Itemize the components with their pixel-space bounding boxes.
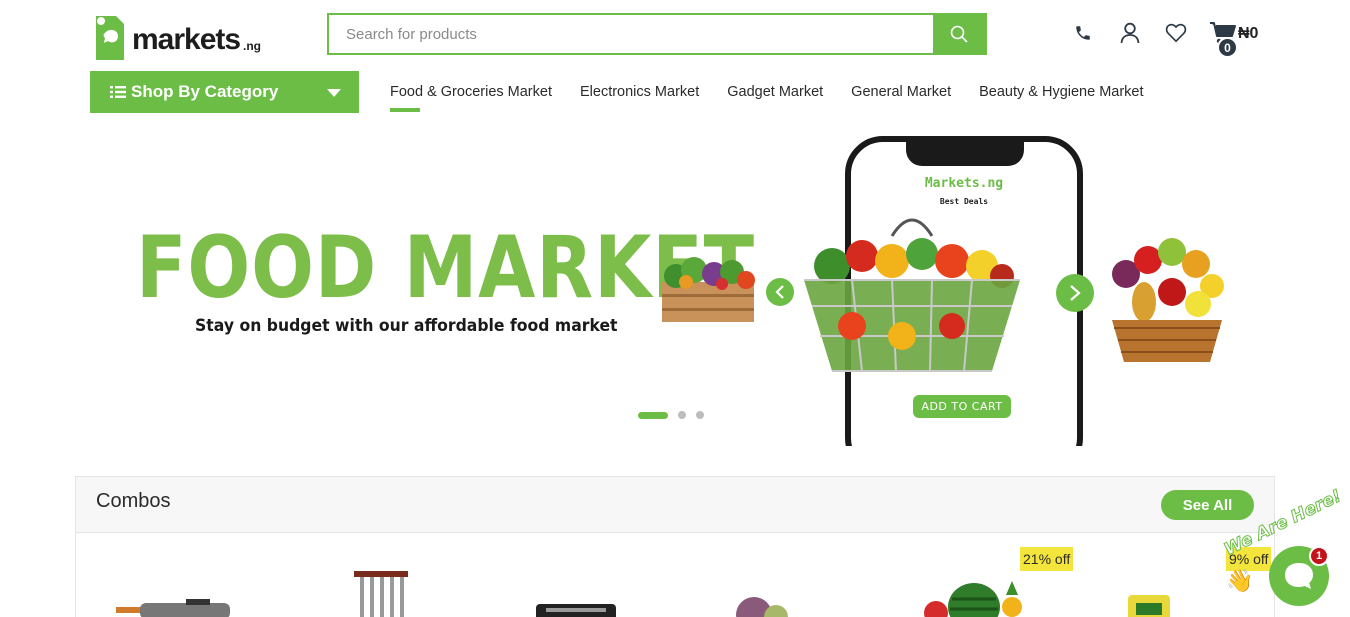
search-button[interactable] <box>933 15 985 53</box>
logo-text: markets <box>132 23 241 56</box>
combos-section: Combos See All 21% off 9% off <box>75 476 1275 617</box>
combos-header: Combos See All <box>76 477 1274 533</box>
combos-title: Combos <box>96 490 171 512</box>
user-icon <box>1120 22 1140 44</box>
logo-bag-icon <box>96 16 124 60</box>
product-image-cookware[interactable] <box>116 597 236 617</box>
phone-icon <box>1076 26 1090 40</box>
slide-indicators <box>638 411 704 419</box>
vegetable-crate-image <box>662 257 755 322</box>
nav-electronics[interactable]: Electronics Market <box>580 84 699 100</box>
grocery-basket-image <box>804 218 1020 372</box>
banner-subtitle: Stay on budget with our affordable food … <box>195 316 618 336</box>
see-all-button[interactable]: See All <box>1161 490 1254 520</box>
product-image-fruits[interactable] <box>922 577 1032 617</box>
slide-dot-3[interactable] <box>696 411 704 419</box>
wishlist-button[interactable] <box>1163 20 1189 46</box>
hero-banner[interactable]: FOOD MARKET Stay on budget with our affo… <box>76 126 1274 446</box>
phone-notch <box>906 140 1024 166</box>
nav-food-groceries[interactable]: Food & Groceries Market <box>390 84 552 112</box>
chat-icon <box>1285 563 1313 589</box>
product-image-rice-bag[interactable] <box>1126 589 1172 617</box>
cart-count-badge: 0 <box>1217 37 1238 58</box>
logo-suffix: .ng <box>243 39 261 53</box>
search-input[interactable] <box>329 15 933 53</box>
slide-dot-1[interactable] <box>638 411 668 419</box>
nav-general[interactable]: General Market <box>851 84 951 100</box>
market-nav: Food & Groceries Market Electronics Mark… <box>390 84 1144 112</box>
cart-total: ₦0 <box>1238 25 1259 42</box>
add-to-cart-button[interactable]: ADD TO CART <box>913 395 1011 418</box>
category-label: Shop By Category <box>131 82 279 101</box>
discount-badge: 21% off <box>1020 547 1074 571</box>
nav-beauty-hygiene[interactable]: Beauty & Hygiene Market <box>979 84 1143 100</box>
account-button[interactable] <box>1117 20 1143 46</box>
slide-dot-2[interactable] <box>678 411 686 419</box>
chevron-right-icon <box>1070 285 1081 301</box>
product-image-appliance[interactable] <box>536 602 616 617</box>
fruit-basket-image <box>1112 238 1224 362</box>
phone-tagline: Best Deals <box>939 197 989 206</box>
chevron-left-icon <box>775 285 784 299</box>
phone-brand: Markets.ng <box>924 176 1004 191</box>
chat-notification-badge: 1 <box>1309 546 1329 566</box>
chevron-down-icon <box>327 89 341 97</box>
product-image-utensils[interactable] <box>352 569 412 617</box>
cart-button[interactable]: 0 ₦0 <box>1209 19 1269 59</box>
waving-hand-icon: 👋 <box>1226 568 1254 593</box>
prev-slide-button[interactable] <box>766 278 794 306</box>
product-image-produce[interactable] <box>732 595 792 617</box>
nav-gadget[interactable]: Gadget Market <box>727 84 823 100</box>
list-icon <box>110 85 126 99</box>
search-icon <box>950 25 968 43</box>
search-bar <box>327 13 987 55</box>
site-logo[interactable]: markets .ng <box>90 10 270 62</box>
next-slide-button[interactable] <box>1056 274 1094 312</box>
phone-button[interactable] <box>1070 20 1096 46</box>
shop-by-category-button[interactable]: Shop By Category <box>90 71 359 113</box>
heart-icon <box>1165 23 1187 43</box>
